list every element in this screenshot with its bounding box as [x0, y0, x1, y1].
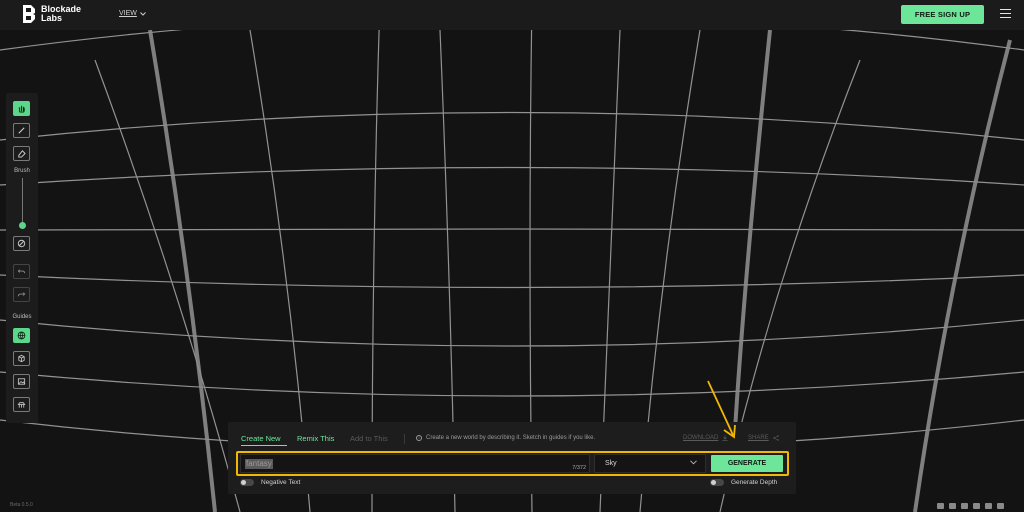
- tab-remix-this[interactable]: Remix This: [297, 434, 334, 443]
- hint-text: i Create a new world by describing it. S…: [416, 435, 595, 441]
- chevron-down-icon: [140, 11, 146, 16]
- download-icon: [722, 435, 728, 441]
- brush-size-handle[interactable]: [18, 222, 26, 229]
- cube-guide-button[interactable]: [13, 351, 30, 366]
- info-icon: i: [416, 435, 422, 441]
- view-label: VIEW: [119, 10, 137, 17]
- globe-guide-button[interactable]: [13, 328, 30, 343]
- download-label: DOWNLOAD: [683, 435, 719, 441]
- negative-text-toggle[interactable]: [240, 479, 254, 486]
- youtube-icon[interactable]: [985, 503, 992, 509]
- prompt-input[interactable]: fantasy 7/372: [240, 454, 590, 473]
- social-links: [937, 503, 1004, 509]
- download-button[interactable]: DOWNLOAD: [683, 435, 728, 441]
- tab-add-to-this[interactable]: Add to This: [350, 434, 388, 443]
- tiktok-icon[interactable]: [961, 503, 968, 509]
- chevron-down-icon: [690, 460, 697, 465]
- guides-label: Guides: [12, 314, 32, 320]
- undo-icon: [17, 269, 26, 274]
- brush-size-slider[interactable]: [21, 178, 23, 228]
- tabletop-icon: [17, 402, 26, 408]
- style-value: Sky: [605, 460, 617, 467]
- image-icon: [17, 378, 26, 385]
- discord-icon[interactable]: [973, 503, 980, 509]
- view-menu[interactable]: VIEW: [119, 10, 146, 17]
- brush-icon: [18, 127, 25, 134]
- hamburger-menu-icon[interactable]: [1000, 9, 1011, 19]
- tabletop-guide-button[interactable]: [13, 397, 30, 412]
- tab-create-new[interactable]: Create New: [241, 434, 281, 443]
- generate-depth-toggle[interactable]: [710, 479, 724, 486]
- blockade-logo-icon: [22, 4, 36, 24]
- generate-button[interactable]: GENERATE: [711, 455, 783, 472]
- clear-icon: [17, 239, 26, 248]
- cube-icon: [18, 354, 25, 363]
- char-counter: 7/372: [572, 465, 586, 471]
- tab-divider: [404, 434, 405, 444]
- brush-label: Brush: [14, 168, 30, 174]
- share-icon: [772, 435, 779, 441]
- negative-text-label: Negative Text: [261, 479, 301, 486]
- eraser-icon: [18, 150, 26, 158]
- logo-line2: Labs: [41, 13, 63, 23]
- sketch-toolbar: Brush Guides: [6, 93, 38, 423]
- share-button[interactable]: SHARE: [748, 435, 779, 441]
- linkedin-icon[interactable]: [997, 503, 1004, 509]
- hand-icon: [18, 105, 25, 113]
- free-signup-button[interactable]: FREE SIGN UP: [901, 5, 984, 24]
- generate-depth-label: Generate Depth: [731, 479, 778, 486]
- skybox-style-select[interactable]: Sky: [594, 454, 706, 473]
- app-canvas: Blockade Labs VIEW FREE SIGN UP Brush Gu…: [0, 0, 1024, 512]
- twitter-icon[interactable]: [937, 503, 944, 509]
- redo-icon: [17, 292, 26, 297]
- image-guide-button[interactable]: [13, 374, 30, 389]
- brush-tool-button[interactable]: [13, 123, 30, 138]
- generator-panel: Create New Remix This Add to This i Crea…: [228, 422, 796, 494]
- active-tab-indicator: [241, 445, 287, 446]
- top-bar: Blockade Labs VIEW FREE SIGN UP: [0, 0, 1024, 30]
- version-label: Beta 0.5.0: [10, 502, 33, 508]
- instagram-icon[interactable]: [949, 503, 956, 509]
- globe-icon: [17, 331, 26, 340]
- logo[interactable]: Blockade Labs: [22, 4, 101, 24]
- hand-tool-button[interactable]: [13, 101, 30, 116]
- undo-button[interactable]: [13, 264, 30, 279]
- redo-button[interactable]: [13, 287, 30, 302]
- eraser-tool-button[interactable]: [13, 146, 30, 161]
- clear-canvas-button[interactable]: [13, 236, 30, 251]
- hint-label: Create a new world by describing it. Ske…: [426, 435, 596, 441]
- share-label: SHARE: [748, 435, 769, 441]
- prompt-value: fantasy: [245, 459, 273, 469]
